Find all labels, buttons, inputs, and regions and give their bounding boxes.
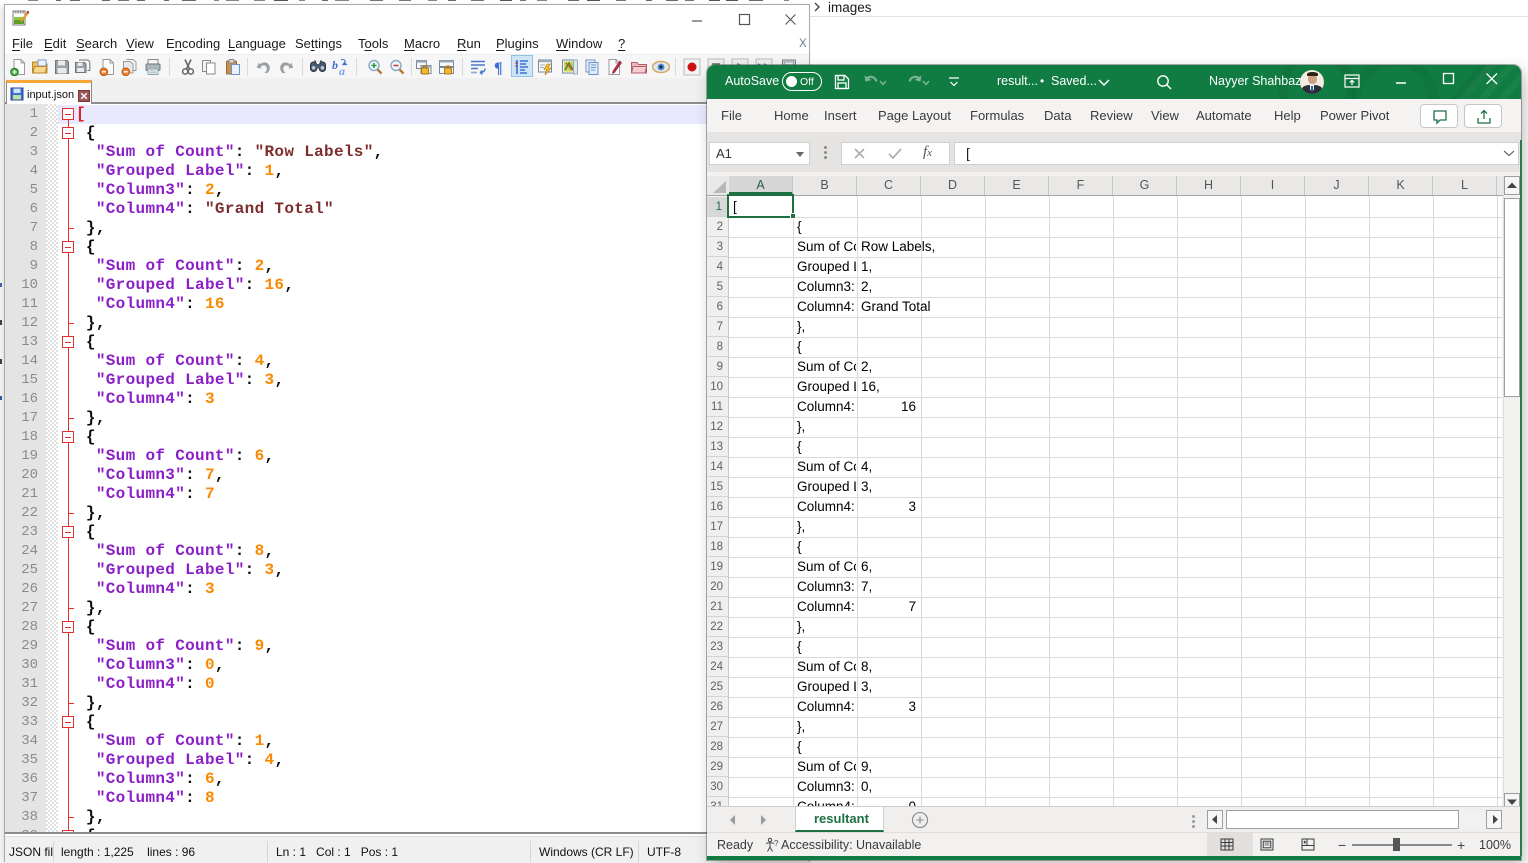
svg-text:a: a <box>339 64 345 76</box>
svg-text:b: b <box>332 58 338 72</box>
svg-text:¶: ¶ <box>494 60 503 76</box>
svg-text:?: ? <box>774 839 779 848</box>
